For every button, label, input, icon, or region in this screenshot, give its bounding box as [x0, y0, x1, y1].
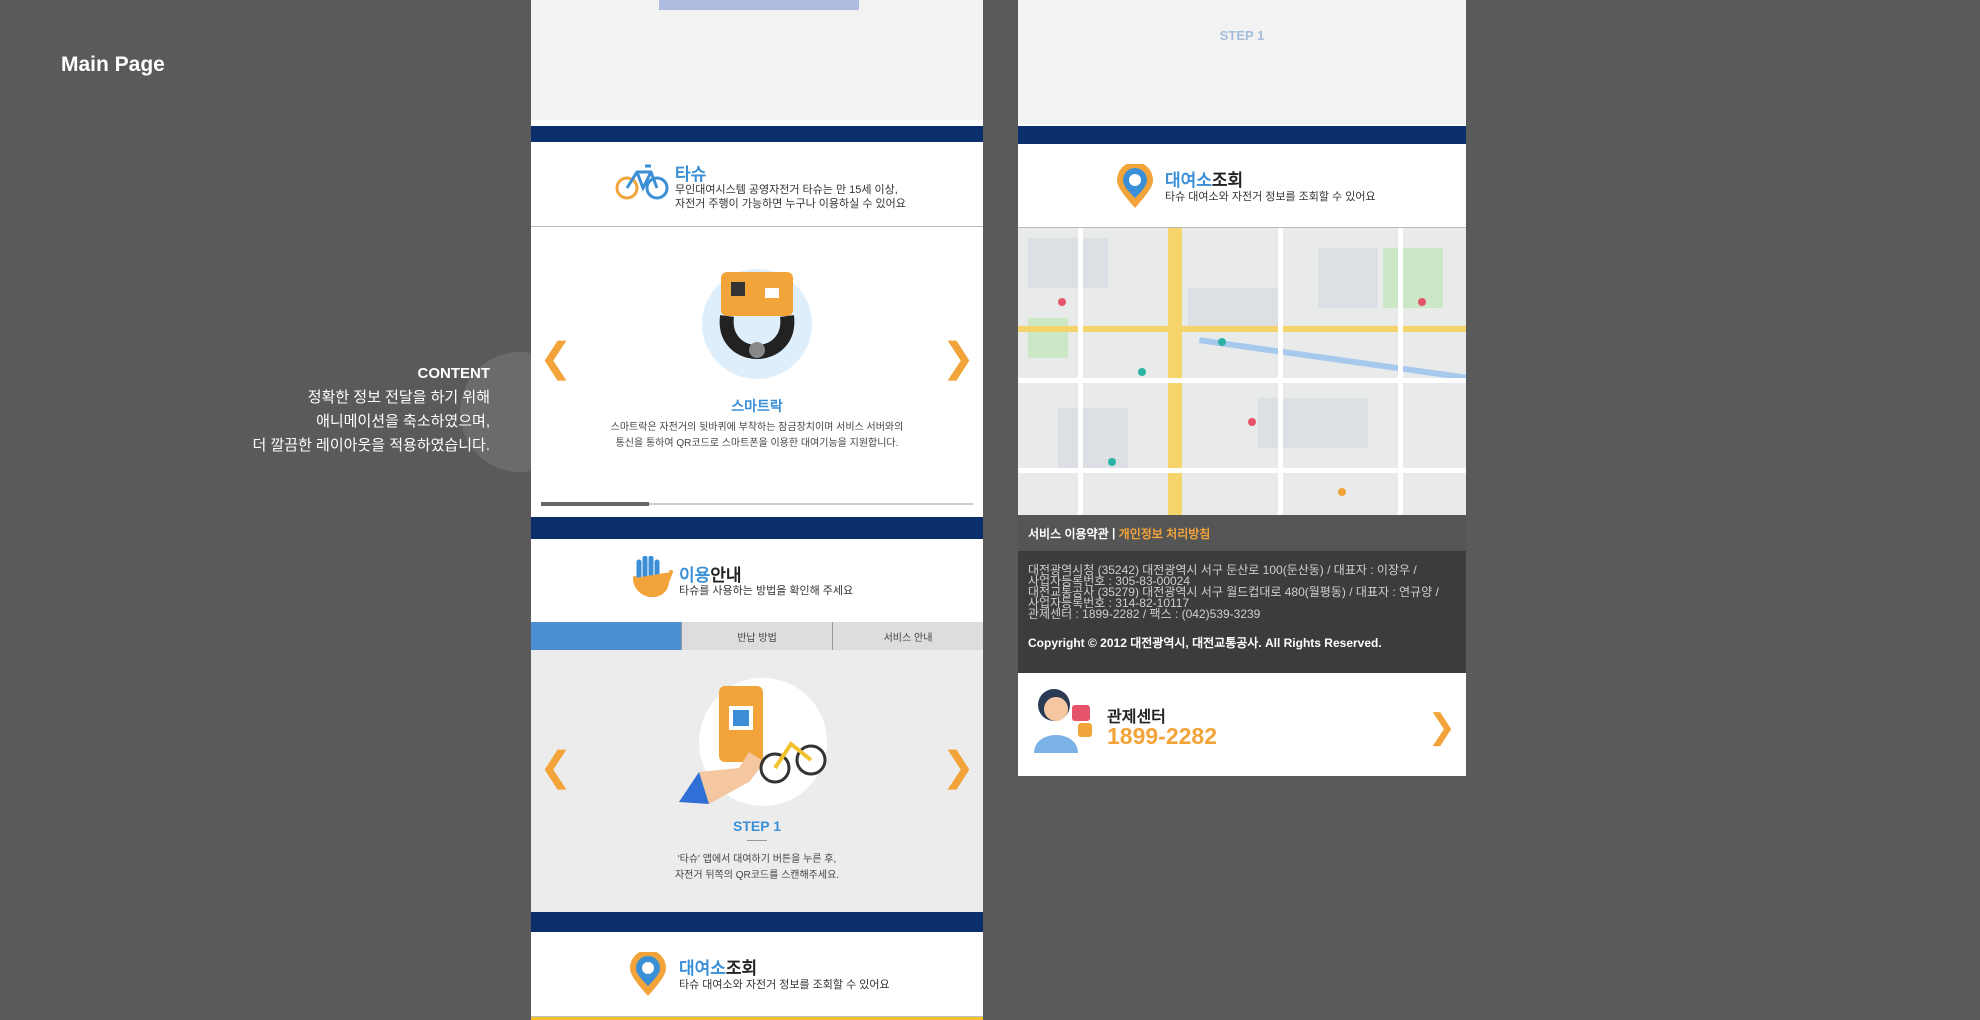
rental-header: 대여소조회 타슈 대여소와 자전거 정보를 조회할 수 있어요 [531, 932, 983, 1017]
terms-link[interactable]: 서비스 이용약관 [1028, 525, 1109, 542]
tashu-title: 타슈 [675, 165, 707, 184]
call-center-banner[interactable]: 관제센터 1899-2282 ❯ [1018, 673, 1466, 776]
content-note-line: 더 깔끔한 레이아웃을 적용하였습니다. [252, 437, 490, 454]
footer-info-line: 관제센터 : 1899-2282 / 팩스 : (042)539-3239 [1028, 607, 1261, 621]
chevron-right-icon[interactable]: ❯ [1428, 707, 1457, 747]
phone-qr-bicycle-icon [679, 672, 829, 811]
section-divider [531, 912, 983, 932]
rental-title: 대여소조회 [679, 959, 758, 978]
page-label: Main Page [61, 53, 165, 76]
step-description: '타슈' 앱에서 대여하기 버튼을 누른 후, 자전거 뒤쪽의 QR코드를 스캔… [674, 854, 840, 881]
content-note-title: CONTENT [417, 365, 491, 382]
call-center-phone[interactable]: 1899-2282 [1107, 723, 1217, 750]
bicycle-icon [615, 160, 669, 205]
slider-progress [541, 502, 973, 506]
rental-header: 대여소조회 타슈 대여소와 자전거 정보를 조회할 수 있어요 [1018, 144, 1466, 228]
section-divider [1018, 126, 1466, 144]
footer-links: 서비스 이용약관 | 개인정보 처리방침 [1018, 515, 1466, 551]
step-title: STEP 1 [733, 818, 781, 834]
content-note-line: 정확한 정보 전달을 하기 위해 [307, 389, 490, 406]
hand-icon [631, 555, 673, 605]
tashu-slider: ❮ ❯ 스마트락 스마트락은 자전거의 뒷바퀴에 부착하는 잠금장치이며 서비스… [531, 228, 983, 515]
mobile-screen-left: 타슈 무인대여시스템 공영자전거 타슈는 만 15세 이상, 자전거 주행이 가… [531, 0, 983, 1020]
privacy-policy-link[interactable]: 개인정보 처리방침 [1119, 525, 1211, 542]
faded-step-title: STEP 1 [1219, 28, 1265, 43]
faded-previous-section [531, 0, 983, 120]
rental-title: 대여소조회 [1165, 171, 1244, 190]
usage-slider: ❮ ❯ STEP 1 '타슈' 앱에서 대여하기 버튼을 누른 후, 자전거 뒤… [531, 650, 983, 912]
section-divider [531, 126, 983, 142]
next-step-arrow-icon[interactable]: ❯ [941, 747, 975, 787]
footer-company-info: 대전광역시청 (35242) 대전광역시 서구 둔산로 100(둔산동) / 대… [1018, 551, 1466, 673]
rental-station-map[interactable] [1018, 228, 1466, 515]
location-pin-icon [630, 950, 666, 1001]
prev-slide-arrow-icon[interactable]: ❮ [539, 338, 573, 378]
tab-service-guide[interactable]: 서비스 안내 [832, 622, 983, 650]
slider-progress-fill [541, 502, 649, 506]
slide-description: 스마트락은 자전거의 뒷바퀴에 부착하는 잠금장치이며 서비스 서버와의 통신을… [610, 422, 904, 449]
tashu-header: 타슈 무인대여시스템 공영자전거 타슈는 만 15세 이상, 자전거 주행이 가… [531, 142, 983, 227]
mobile-screen-right: STEP 1 대여소조회 타슈 대여소와 자전거 정보를 조회할 수 있어요 서… [1018, 0, 1466, 776]
faded-previous-section: STEP 1 [1018, 0, 1466, 124]
tab-return-method[interactable]: 반납 방법 [681, 622, 832, 650]
tab-rental-method[interactable] [531, 622, 681, 650]
content-note: CONTENT 정확한 정보 전달을 하기 위해 애니메이션을 축소하였으며, … [200, 362, 490, 458]
tashu-description: 무인대여시스템 공영자전거 타슈는 만 15세 이상, 자전거 주행이 가능하면… [675, 184, 906, 210]
rental-description: 타슈 대여소와 자전거 정보를 조회할 수 있어요 [679, 979, 890, 991]
smart-lock-icon [701, 268, 813, 385]
step-divider [747, 840, 767, 841]
prev-step-arrow-icon[interactable]: ❮ [539, 747, 573, 787]
operator-icon [1028, 685, 1098, 758]
content-note-line: 애니메이션을 축소하였으며, [316, 413, 490, 430]
copyright: Copyright © 2012 대전광역시, 대전교통공사. All Righ… [1028, 636, 1382, 650]
usage-description: 타슈를 사용하는 방법을 확인해 주세요 [679, 585, 854, 597]
faded-banner [659, 0, 859, 10]
usage-tabs: 반납 방법 서비스 안내 [531, 622, 983, 650]
rental-description: 타슈 대여소와 자전거 정보를 조회할 수 있어요 [1165, 191, 1376, 203]
usage-header: 이용안내 타슈를 사용하는 방법을 확인해 주세요 [531, 539, 983, 622]
location-pin-icon [1117, 162, 1153, 213]
usage-title: 이용안내 [679, 566, 742, 585]
slide-title: 스마트락 [731, 398, 783, 414]
section-divider [531, 517, 983, 539]
next-slide-arrow-icon[interactable]: ❯ [941, 338, 975, 378]
